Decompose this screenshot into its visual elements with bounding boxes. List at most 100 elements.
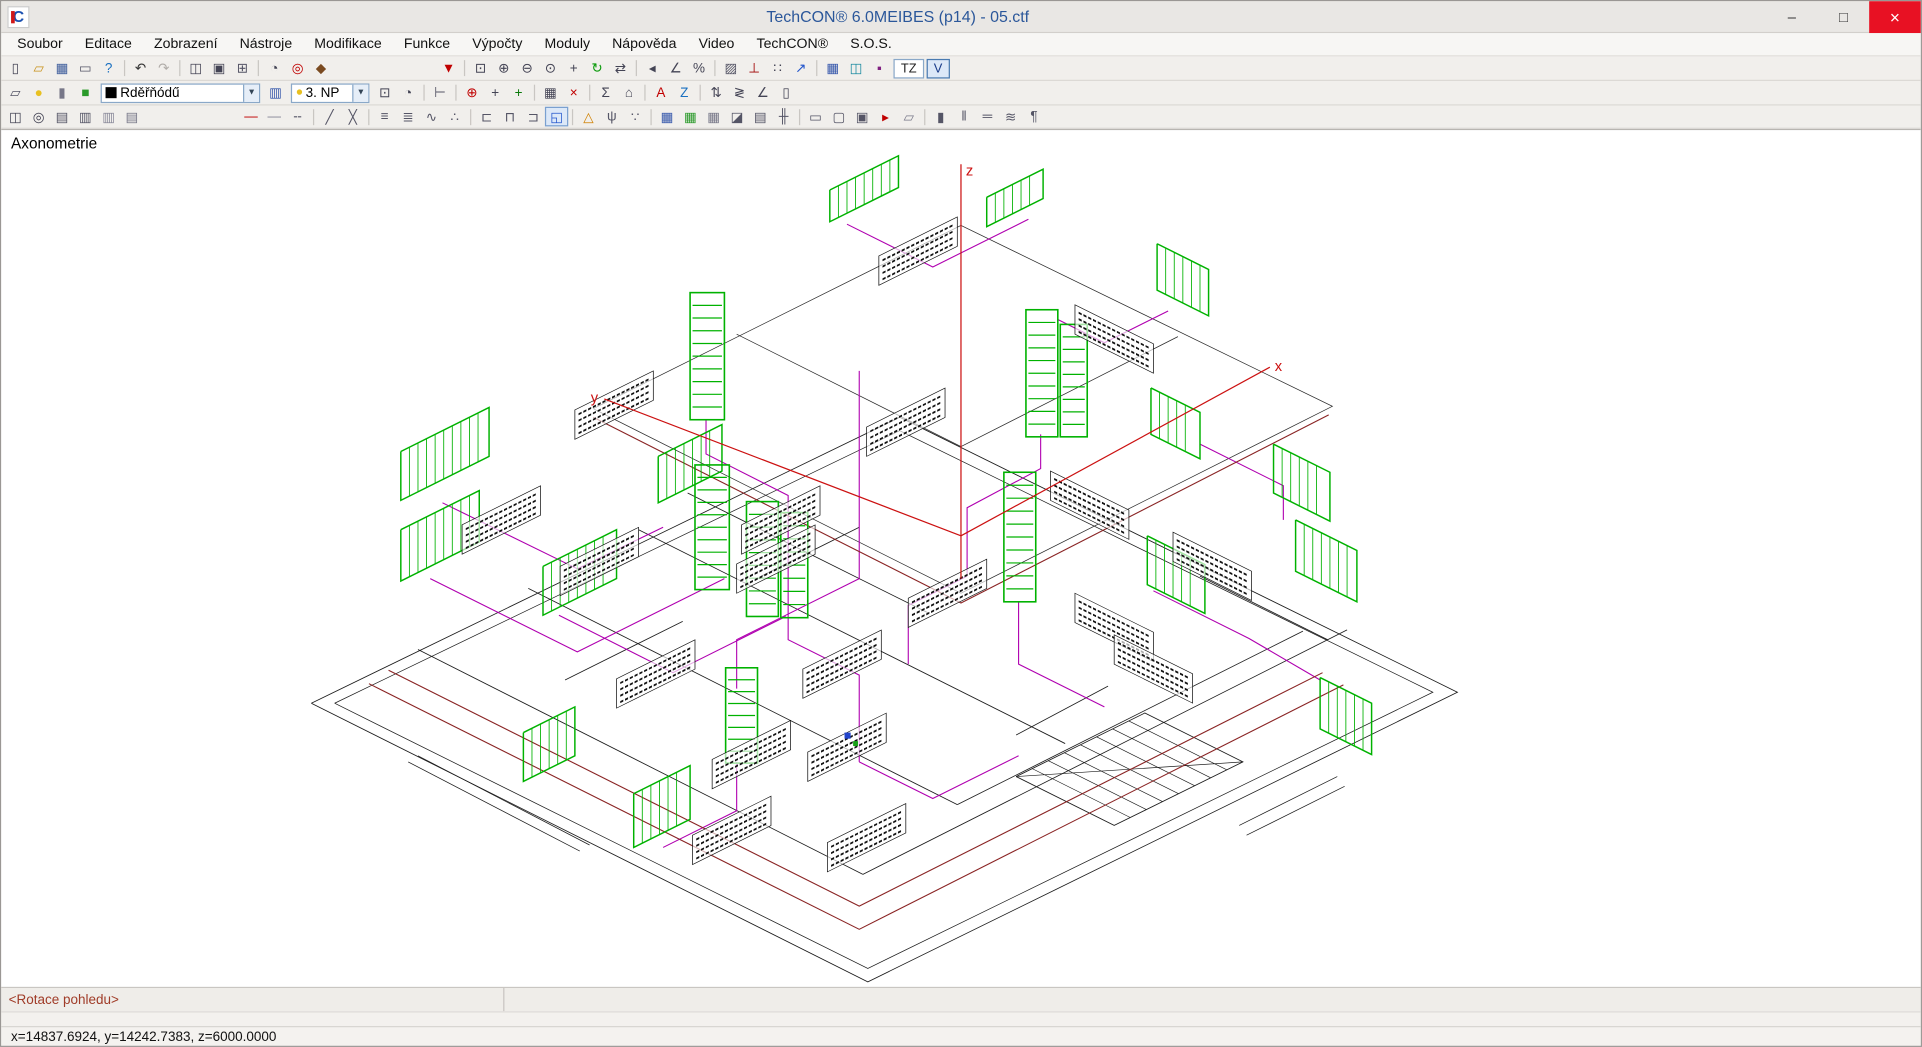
layers-icon[interactable]: ◫ xyxy=(844,58,867,78)
maximize-button[interactable]: □ xyxy=(1818,1,1870,33)
arrow-ne-icon[interactable]: ↗ xyxy=(789,58,812,78)
tile-icon[interactable]: ◫ xyxy=(4,107,27,127)
letter-a-icon[interactable]: A xyxy=(649,83,672,103)
card-icon[interactable]: ▣ xyxy=(851,107,874,127)
floor-combo[interactable]: ● 3. NP ▼ xyxy=(291,83,370,103)
pan-icon[interactable]: + xyxy=(562,58,585,78)
list-icon[interactable]: ▤ xyxy=(120,107,143,127)
zoom-window-icon[interactable]: ⊡ xyxy=(469,58,492,78)
column2-icon[interactable]: ¶ xyxy=(1022,107,1045,127)
wrench-icon[interactable]: ⊢ xyxy=(428,83,451,103)
dimension-icon[interactable]: ∠ xyxy=(751,83,774,103)
open-folder-icon[interactable]: ▱ xyxy=(27,58,50,78)
mirror-icon[interactable]: ⇄ xyxy=(609,58,632,78)
menu-item[interactable]: Funkce xyxy=(393,34,461,54)
warning-icon[interactable]: △ xyxy=(577,107,600,127)
target-icon[interactable]: ◎ xyxy=(286,58,309,78)
menu-item[interactable]: Nástroje xyxy=(229,34,304,54)
panel1-icon[interactable]: ▭ xyxy=(804,107,827,127)
pillars-icon[interactable]: ‖ xyxy=(952,107,975,127)
layer-combo[interactable]: Rděřňódű ▼ xyxy=(101,83,261,103)
move-icon[interactable]: + xyxy=(484,83,507,103)
lock-icon[interactable]: ▮ xyxy=(50,83,73,103)
menu-item[interactable]: TechCON® xyxy=(745,34,839,54)
calc1-icon[interactable]: ▥ xyxy=(74,107,97,127)
pillar-icon[interactable]: ▮ xyxy=(929,107,952,127)
filter-icon[interactable]: ▼ xyxy=(437,58,460,78)
crosshair-icon[interactable]: ⊕ xyxy=(460,83,483,103)
monitor-icon[interactable]: ▢ xyxy=(827,107,850,127)
stair2-icon[interactable]: ⊓ xyxy=(498,107,521,127)
menu-item[interactable]: Video xyxy=(688,34,746,54)
measure-angle-icon[interactable]: ∠ xyxy=(664,58,687,78)
sort-down-icon[interactable]: ≷ xyxy=(728,83,751,103)
chevron-down-icon[interactable]: ▼ xyxy=(352,84,368,101)
structure-icon[interactable]: ╫ xyxy=(772,107,795,127)
hatch2-icon[interactable]: ≣ xyxy=(396,107,419,127)
tile-windows-icon[interactable]: ◫ xyxy=(184,58,207,78)
table-icon[interactable]: ▦ xyxy=(821,58,844,78)
menu-item[interactable]: Výpočty xyxy=(461,34,533,54)
minimize-button[interactable]: – xyxy=(1766,1,1818,33)
new-file-icon[interactable]: ▯ xyxy=(4,58,27,78)
column-icon[interactable]: ▯ xyxy=(774,83,797,103)
clock-icon[interactable]: ◔ xyxy=(263,58,286,78)
stair1-icon[interactable]: ⊏ xyxy=(475,107,498,127)
flag-icon[interactable]: ▸ xyxy=(874,107,897,127)
sort-up-icon[interactable]: ⇅ xyxy=(704,83,727,103)
print-icon[interactable]: ▭ xyxy=(74,58,97,78)
note2-icon[interactable]: ▤ xyxy=(749,107,772,127)
paint-bucket-icon[interactable]: ◆ xyxy=(309,58,332,78)
search-icon[interactable]: ◎ xyxy=(27,107,50,127)
compass-icon[interactable]: ◔ xyxy=(396,83,419,103)
building-icon[interactable]: ⌂ xyxy=(617,83,640,103)
hatch1-icon[interactable]: ≡ xyxy=(373,107,396,127)
percent-icon[interactable]: % xyxy=(687,58,710,78)
line-dash-icon[interactable]: ╌ xyxy=(286,107,309,127)
machine-icon[interactable]: ■ xyxy=(74,83,97,103)
delete-icon[interactable]: × xyxy=(562,83,585,103)
bulb-icon[interactable]: ● xyxy=(27,83,50,103)
zoom-out-icon[interactable]: ⊖ xyxy=(515,58,538,78)
panel-view-icon[interactable]: ▣ xyxy=(207,58,230,78)
dots-icon[interactable]: ∴ xyxy=(443,107,466,127)
sum-icon[interactable]: Σ xyxy=(594,83,617,103)
print-preview-icon[interactable]: ⊞ xyxy=(231,58,254,78)
line-red-icon[interactable]: — xyxy=(239,107,262,127)
beam-icon[interactable]: ═ xyxy=(976,107,999,127)
drawing-canvas[interactable]: Axonometrie xyz xyxy=(1,129,1920,987)
table-blue-icon[interactable]: ▦ xyxy=(655,107,678,127)
menu-item[interactable]: S.O.S. xyxy=(839,34,903,54)
menu-item[interactable]: Moduly xyxy=(533,34,601,54)
menu-item[interactable]: Nápověda xyxy=(601,34,687,54)
save-icon[interactable]: ▦ xyxy=(50,58,73,78)
line-gray-icon[interactable]: — xyxy=(263,107,286,127)
help-icon[interactable]: ? xyxy=(97,58,120,78)
zoom-extents-icon[interactable]: ⊙ xyxy=(539,58,562,78)
menu-item[interactable]: Modifikace xyxy=(303,34,393,54)
project-book-icon[interactable]: ▥ xyxy=(264,83,287,103)
redo-icon[interactable]: ↷ xyxy=(152,58,175,78)
module-icon[interactable]: ▪ xyxy=(868,58,891,78)
menu-item[interactable]: Editace xyxy=(74,34,143,54)
axonometric-drawing[interactable]: xyz xyxy=(1,130,1920,987)
hatch-fill-icon[interactable]: ▨ xyxy=(719,58,742,78)
calc2-icon[interactable]: ▥ xyxy=(97,107,120,127)
refresh-icon[interactable]: ↻ xyxy=(585,58,608,78)
undo-icon[interactable]: ↶ xyxy=(129,58,152,78)
chart-icon[interactable]: ◪ xyxy=(725,107,748,127)
table-plain-icon[interactable]: ▦ xyxy=(702,107,725,127)
cross-line-icon[interactable]: ╳ xyxy=(341,107,364,127)
previous-view-icon[interactable]: ◂ xyxy=(641,58,664,78)
chevron-down-icon[interactable]: ▼ xyxy=(243,84,259,101)
stair3-icon[interactable]: ⊐ xyxy=(522,107,545,127)
menu-item[interactable]: Soubor xyxy=(6,34,74,54)
axis-icon[interactable]: ⊥ xyxy=(743,58,766,78)
snap-grid-icon[interactable]: ∷ xyxy=(766,58,789,78)
v-mode-button[interactable]: V xyxy=(926,58,949,78)
tz-mode-button[interactable]: TZ xyxy=(893,58,923,78)
support-icon[interactable]: ψ xyxy=(600,107,623,127)
close-button[interactable]: × xyxy=(1869,1,1921,33)
zoom-in-icon[interactable]: ⊕ xyxy=(492,58,515,78)
insert-icon[interactable]: + xyxy=(507,83,530,103)
